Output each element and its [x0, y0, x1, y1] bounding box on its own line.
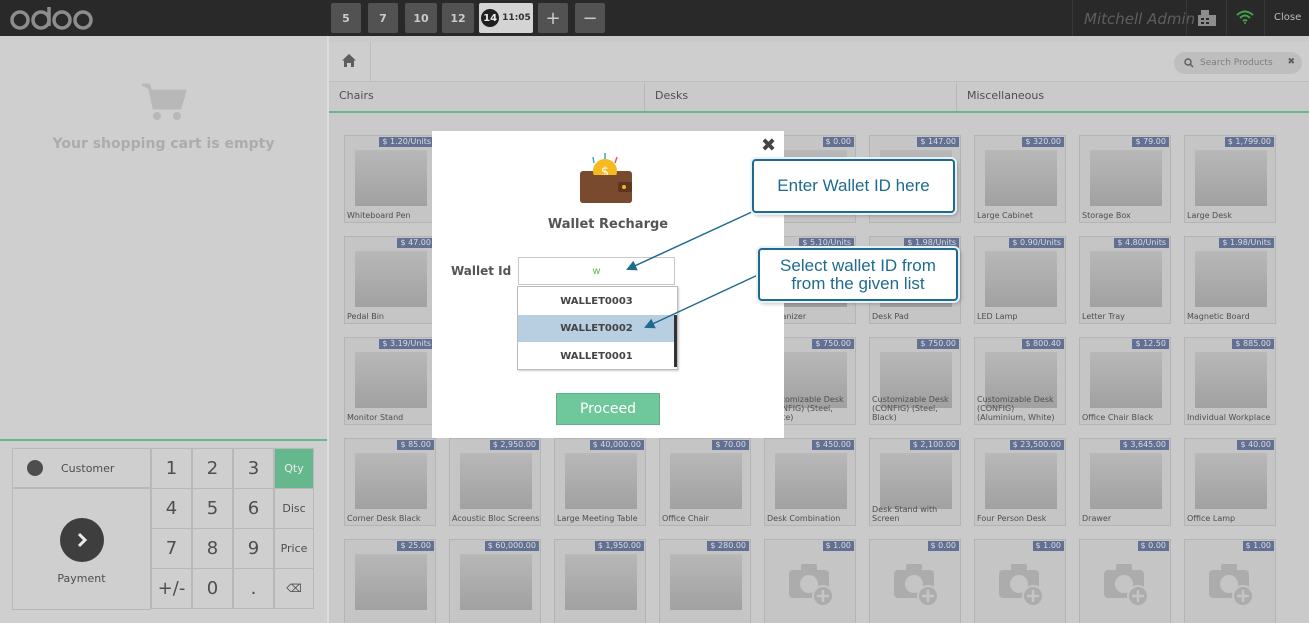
proceed-button[interactable]: Proceed [556, 393, 660, 425]
wallet-id-label: Wallet Id [451, 264, 512, 278]
callout-enter-wallet-id: Enter Wallet ID here [752, 159, 955, 213]
wallet-recharge-dialog: ✖ $ Wallet Recharge Wallet Id WALLET0003… [432, 131, 784, 438]
callout-select-wallet-id: Select wallet ID from from the given lis… [758, 248, 958, 301]
wallet-option[interactable]: WALLET0003 [518, 288, 675, 315]
dialog-title: Wallet Recharge [547, 217, 669, 232]
close-icon[interactable]: ✖ [761, 135, 776, 156]
wallet-option-selected[interactable]: WALLET0002 [518, 315, 675, 342]
dropdown-scrollbar[interactable] [674, 315, 677, 367]
wallet-option[interactable]: WALLET0001 [518, 343, 675, 370]
wallet-id-dropdown: WALLET0003 WALLET0002 WALLET0001 [517, 286, 678, 370]
wallet-id-input[interactable] [518, 257, 675, 285]
wallet-icon: $ [580, 153, 632, 203]
